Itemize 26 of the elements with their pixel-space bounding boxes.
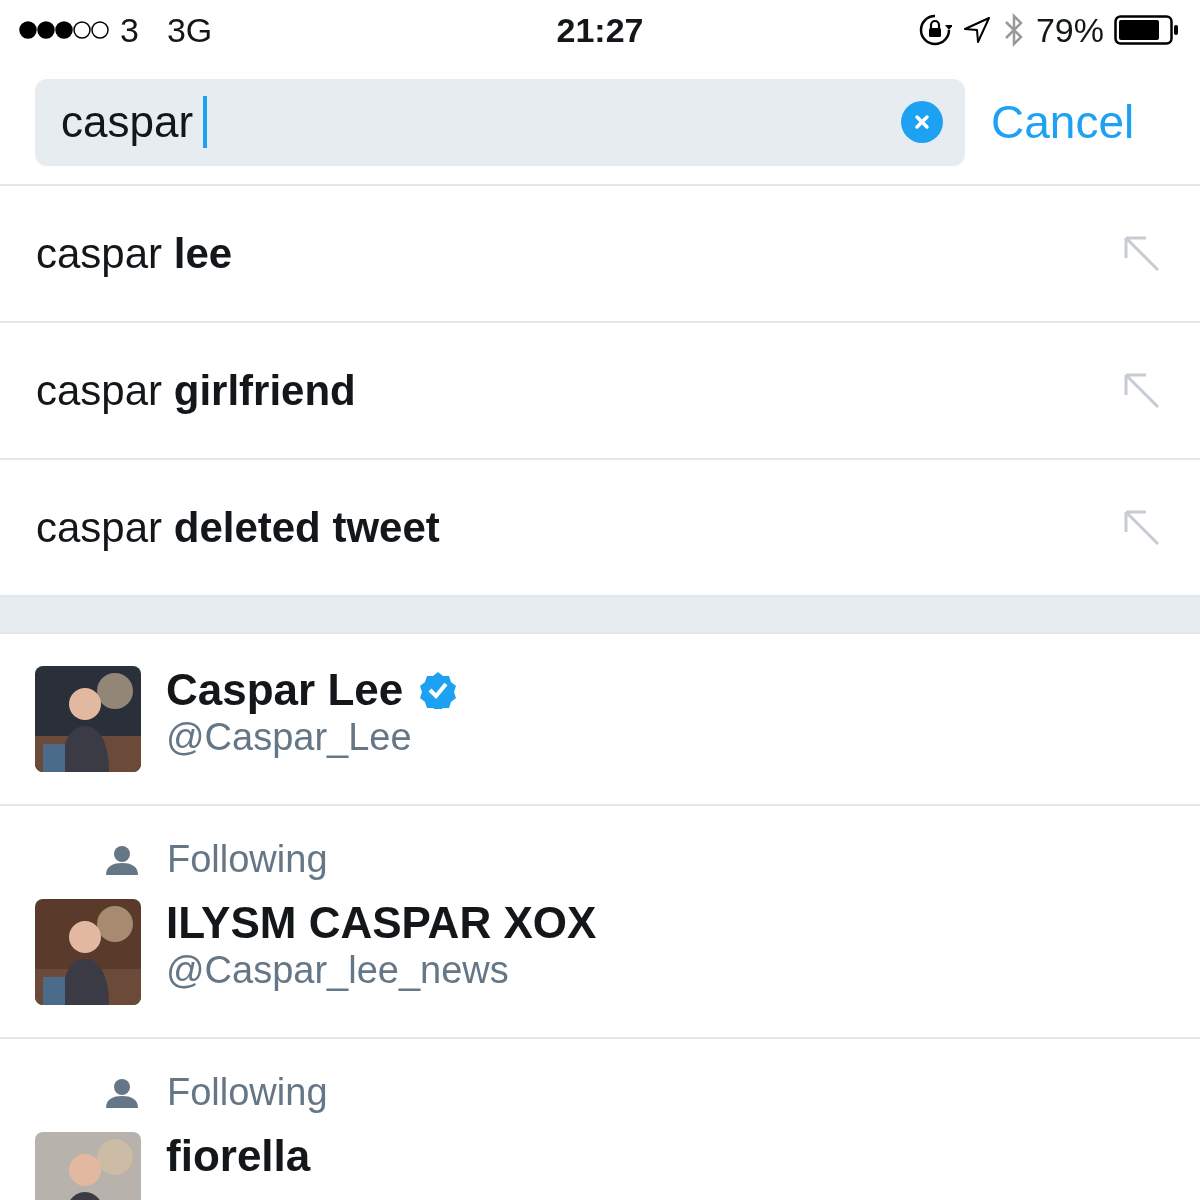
battery-percent: 79% (1035, 10, 1104, 50)
user-handle: @Caspar_lee_news (166, 949, 510, 993)
location-arrow-icon (961, 15, 992, 45)
user-handle: @Caspar_Lee (166, 716, 413, 760)
user-result[interactable]: Caspar Lee @Caspar_Lee (0, 634, 1200, 806)
clear-icon[interactable] (901, 101, 943, 143)
rotation-lock-icon (917, 13, 952, 47)
verified-badge-icon (419, 671, 458, 710)
user-name[interactable]: Caspar Lee (166, 666, 404, 715)
search-suggestion[interactable]: caspar girlfriend (36, 366, 356, 415)
battery-icon (1114, 15, 1180, 45)
social-context: Following (167, 1071, 328, 1114)
person-icon (105, 1076, 139, 1109)
search-suggestion[interactable]: caspar lee (36, 229, 233, 278)
search-suggestion[interactable]: caspar deleted tweet (36, 503, 440, 552)
user-result[interactable]: Following fiorella (0, 1039, 1200, 1200)
clock: 21:27 (555, 10, 645, 50)
signal-icon (18, 20, 110, 40)
network-type: 3G (166, 10, 213, 50)
user-name[interactable]: ILYSM CASPAR XOX (166, 899, 597, 948)
social-context: Following (167, 838, 328, 881)
user-result[interactable]: Following ILYSM CASPAR XOX @Caspar_lee_news (0, 806, 1200, 1039)
carrier: 3 (120, 10, 139, 50)
search-field[interactable]: caspar (35, 78, 965, 166)
person-icon (105, 843, 139, 876)
user-name[interactable]: fiorella (166, 1132, 311, 1181)
